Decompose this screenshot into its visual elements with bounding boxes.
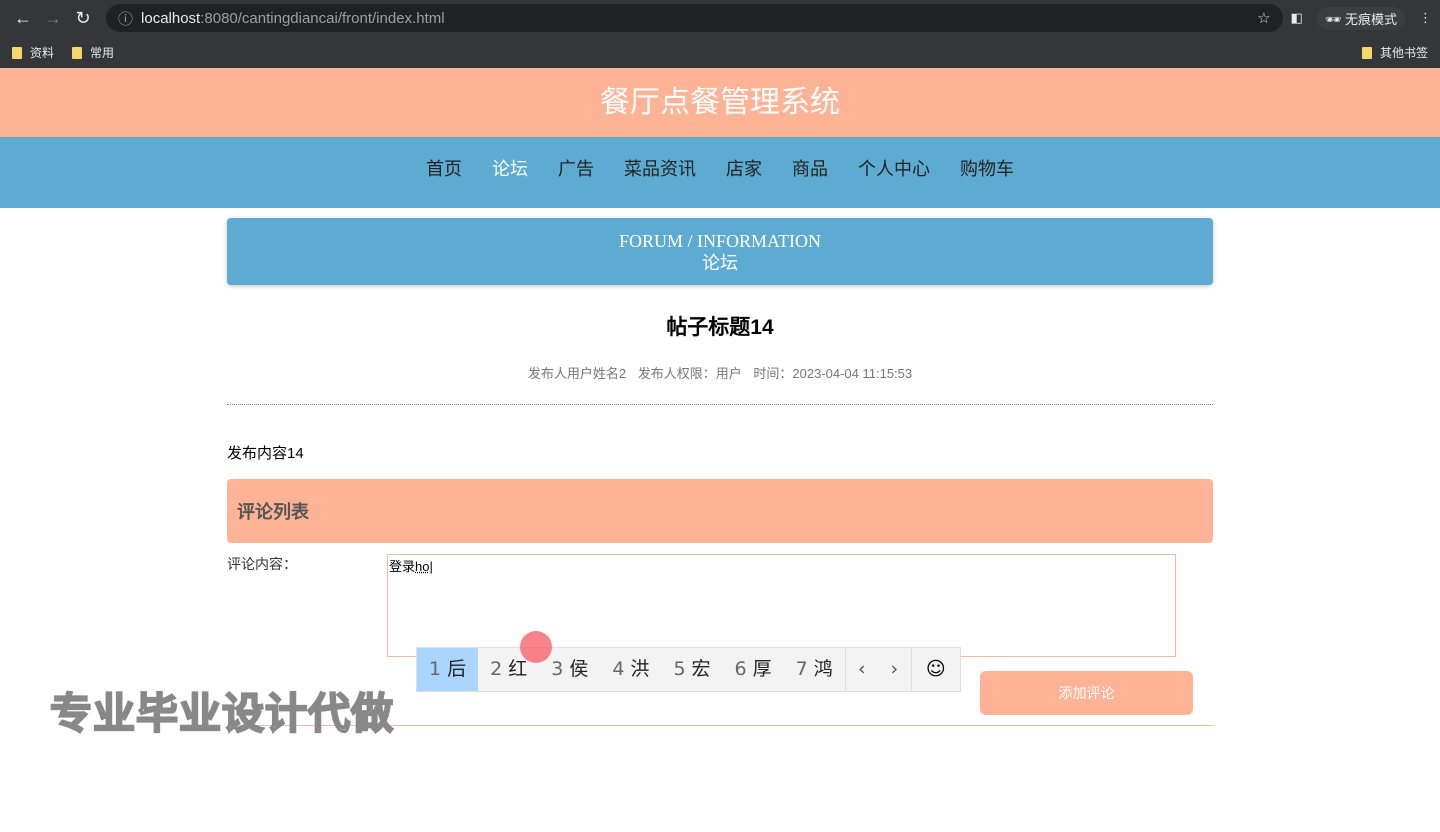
ime-candidate[interactable]: 7鸿 (784, 648, 845, 691)
comment-label: 评论内容： (227, 556, 297, 572)
address-bar[interactable]: ⓘ localhost:8080/cantingdiancai/front/in… (106, 4, 1283, 32)
bookmark-folder[interactable]: 资料 (12, 44, 54, 61)
url-host: localhost (141, 9, 201, 27)
url-path: :8080/cantingdiancai/front/index.html (200, 9, 445, 27)
ime-candidate[interactable]: 1后 (417, 648, 479, 691)
nav-home[interactable]: 首页 (411, 137, 477, 208)
mouse-cursor-highlight (520, 631, 552, 663)
nav-profile[interactable]: 个人中心 (843, 137, 945, 208)
browser-chrome: ← → ↻ ⓘ localhost:8080/cantingdiancai/fr… (0, 0, 1440, 68)
bookmarks-bar: 资料 常用 其他书签 (0, 36, 1440, 68)
folder-icon (12, 47, 22, 60)
comment-textarea[interactable]: 登录ho| (387, 554, 1176, 657)
post-time: 时间：2023-04-04 11:15:53 (753, 366, 913, 381)
nav-forum[interactable]: 论坛 (477, 137, 543, 215)
nav-dish-news[interactable]: 菜品资讯 (609, 137, 711, 208)
bookmark-folder[interactable]: 常用 (72, 44, 114, 61)
section-banner: FORUM / INFORMATION 论坛 (227, 218, 1213, 285)
main-nav: 首页 论坛 广告 菜品资讯 店家 商品 个人中心 购物车 (0, 137, 1440, 215)
chevron-right-icon[interactable]: › (878, 648, 911, 691)
nav-ads[interactable]: 广告 (543, 137, 609, 208)
ime-candidate[interactable]: 4洪 (600, 648, 661, 691)
reload-icon[interactable]: ↻ (68, 8, 98, 29)
post-role: 发布人权限：用户 (637, 366, 742, 381)
post-title: 帖子标题14 (666, 316, 774, 339)
back-icon[interactable]: ← (8, 8, 38, 29)
nav-stores[interactable]: 店家 (711, 137, 777, 208)
ime-candidate[interactable]: 6厚 (723, 648, 784, 691)
comment-list-header: 评论列表 (227, 479, 1213, 543)
folder-icon (1361, 47, 1372, 60)
forward-icon[interactable]: → (38, 8, 68, 29)
nav-cart[interactable]: 购物车 (945, 137, 1029, 208)
incognito-label: 无痕模式 (1344, 11, 1397, 27)
menu-icon[interactable]: ⋮ (1419, 10, 1432, 26)
other-bookmarks[interactable]: 其他书签 (1361, 44, 1428, 61)
ime-candidate[interactable]: 5宏 (661, 648, 722, 691)
browser-toolbar: ← → ↻ ⓘ localhost:8080/cantingdiancai/fr… (0, 0, 1440, 36)
chevron-left-icon[interactable]: ‹ (844, 648, 878, 691)
site-title: 餐厅点餐管理系统 (0, 68, 1440, 137)
post-content: 发布内容14 (227, 445, 304, 462)
banner-cn: 论坛 (702, 253, 738, 273)
banner-en: FORUM / INFORMATION (618, 231, 822, 251)
post-author: 发布人用户姓名2 (527, 366, 627, 381)
info-icon[interactable]: ⓘ (118, 8, 133, 29)
incognito-badge[interactable]: 🕶 无痕模式 (1316, 6, 1405, 30)
nav-products[interactable]: 商品 (777, 137, 843, 208)
folder-icon (72, 47, 83, 60)
ime-candidate-bar: 1后 2红 3侯 4洪 5宏 6厚 7鸿 ‹ › ☺ (416, 647, 961, 692)
star-icon[interactable]: ☆ (1257, 9, 1270, 27)
emoji-icon[interactable]: ☺ (910, 648, 960, 691)
watermark: 专业毕业设计代做 (49, 689, 395, 738)
post-meta: 发布人用户姓名2 发布人权限：用户 时间：2023-04-04 11:15:53 (227, 363, 1213, 405)
sidepanel-icon[interactable]: ◧ (1291, 10, 1303, 26)
add-comment-button[interactable]: 添加评论 (980, 671, 1193, 715)
